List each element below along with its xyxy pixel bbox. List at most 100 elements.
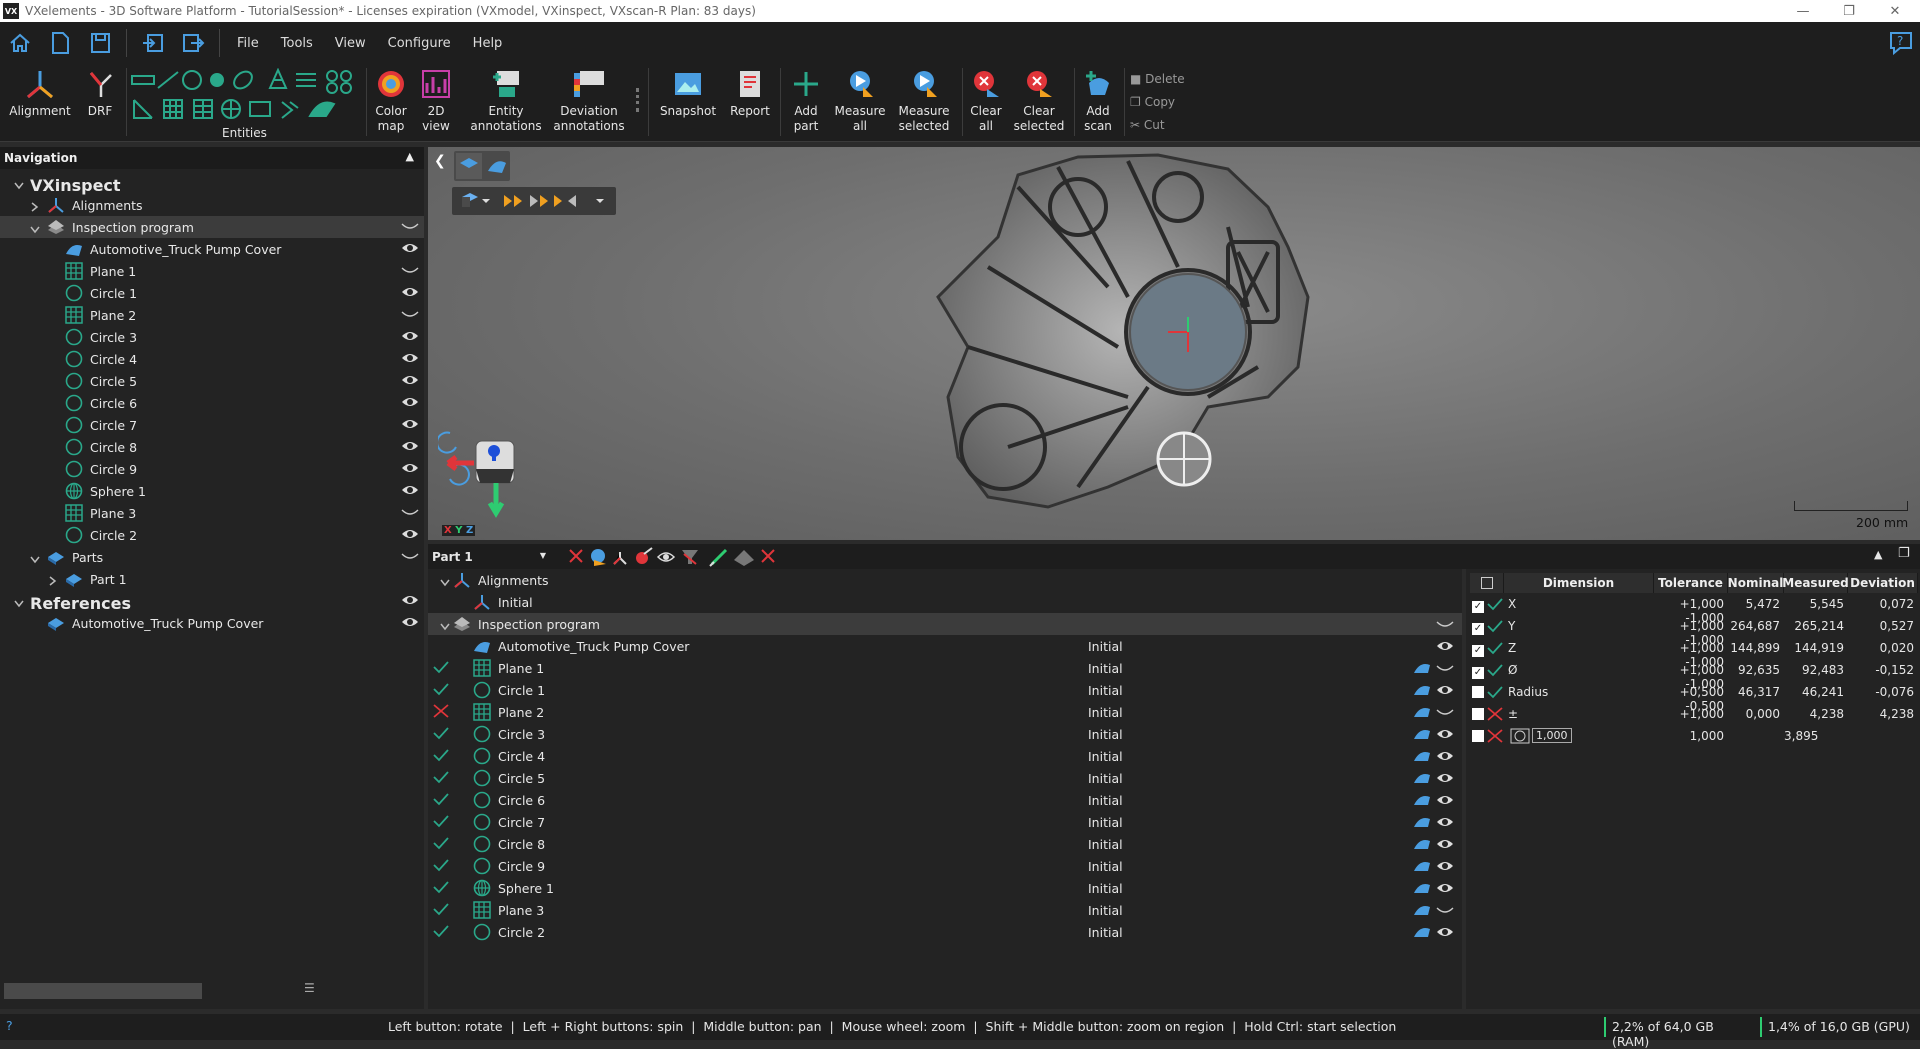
expand-arrow-icon[interactable] [30,552,40,567]
visibility-hidden-icon[interactable] [401,263,419,280]
row-checkbox[interactable] [1472,730,1484,745]
copy-button[interactable]: ❐ Copy [1130,91,1185,114]
entity-tools-icons[interactable] [130,67,360,124]
tree-item[interactable]: Circle 5 [0,370,424,392]
menu-configure[interactable]: Configure [377,36,462,51]
ribbon-grip[interactable] [636,88,640,112]
new-file-icon[interactable] [40,22,80,64]
menu-tools[interactable]: Tools [270,36,324,51]
visibility-eye-icon[interactable] [401,373,419,390]
dimension-row[interactable]: ± +1,000 0,000 4,238 4,238 [1466,703,1920,725]
collapse-icon[interactable]: ▲ [406,150,414,163]
select-all-checkbox[interactable] [1470,573,1504,593]
help-chat-icon[interactable]: ? [1888,30,1914,59]
visibility-eye-icon[interactable] [1436,793,1454,810]
visibility-eye-icon[interactable] [1436,683,1454,700]
shape-icon[interactable] [1412,925,1432,942]
inspection-row[interactable]: Circle 5 Initial [428,767,1462,789]
row-alignments[interactable]: Alignments [428,569,1462,591]
row-checkbox[interactable]: ✓ [1472,598,1484,613]
visibility-eye-icon[interactable] [401,285,419,302]
tree-parts[interactable]: Parts [0,546,424,568]
shape-icon[interactable] [1412,705,1432,722]
tree-item[interactable]: Circle 2 [0,524,424,546]
row-checkbox[interactable]: ✓ [1472,642,1484,657]
inspection-row[interactable]: Circle 7 Initial [428,811,1462,833]
inspection-row[interactable]: Automotive_Truck Pump Cover Initial [428,635,1462,657]
visibility-eye-icon[interactable] [1436,859,1454,876]
inspection-row[interactable]: Plane 1 Initial [428,657,1462,679]
expand-arrow-icon[interactable] [14,178,24,193]
visibility-eye-icon[interactable] [401,351,419,368]
col-measured[interactable]: Measured [1782,573,1849,593]
restore-button[interactable]: ❐ [1826,0,1872,22]
part-selector[interactable]: Part 1 ▼ [430,546,550,567]
inspection-row[interactable]: Circle 9 Initial [428,855,1462,877]
visibility-eye-icon[interactable] [1436,639,1454,656]
dimension-row[interactable]: 1,000 1,000 3,895 [1466,725,1920,747]
entity-annotations-button[interactable]: Entity annotations [470,64,542,142]
visibility-hidden-icon[interactable] [401,219,419,236]
visibility-eye-icon[interactable] [1436,749,1454,766]
dimension-row[interactable]: Radius +0,500 -0,500 46,317 46,241 -0,07… [1466,681,1920,713]
panel-collapse-icon[interactable]: ❮ [434,153,446,169]
inspection-row[interactable]: Circle 8 Initial [428,833,1462,855]
col-tolerance[interactable]: Tolerance [1654,573,1728,593]
dimension-row[interactable]: ✓ Z +1,000 -1,000 144,899 144,919 0,020 [1466,637,1920,669]
menu-view[interactable]: View [324,36,377,51]
tree-alignments[interactable]: Alignments [0,194,424,216]
visibility-hidden-icon[interactable] [1436,705,1454,722]
tree-item[interactable]: Sphere 1 [0,480,424,502]
expand-arrow-icon[interactable] [30,200,40,215]
expand-arrow-icon[interactable] [14,596,24,611]
inspection-row[interactable]: Circle 3 Initial [428,723,1462,745]
col-nominal[interactable]: Nominal [1728,573,1784,593]
2d-view-button[interactable]: 2D view [416,64,456,142]
shape-icon[interactable] [1412,771,1432,788]
visibility-eye-icon[interactable] [401,241,419,258]
tree-reference-item[interactable]: Automotive_Truck Pump Cover [0,612,424,634]
part-3d-render[interactable] [928,147,1368,537]
collapse-up-icon[interactable]: ▲ [1874,548,1882,561]
cut-button[interactable]: ✂ Cut [1130,114,1185,137]
home-icon[interactable] [0,22,40,64]
visibility-eye-icon[interactable] [401,593,419,610]
report-button[interactable]: Report [726,64,774,142]
shape-icon[interactable] [1412,661,1432,678]
visibility-eye-icon[interactable] [401,461,419,478]
row-checkbox[interactable] [1472,686,1484,701]
row-initial[interactable]: Initial [428,591,1462,613]
tree-item[interactable]: Circle 4 [0,348,424,370]
tree-item[interactable]: Circle 7 [0,414,424,436]
dimension-row[interactable]: ✓ Ø +1,000 -1,000 92,635 92,483 -0,152 [1466,659,1920,691]
inspection-row[interactable]: Circle 6 Initial [428,789,1462,811]
col-dimension[interactable]: Dimension [1504,573,1654,593]
tree-inspection-program[interactable]: Inspection program [0,216,424,238]
help-icon[interactable]: ? [6,1018,13,1033]
shape-icon[interactable] [1412,727,1432,744]
list-view-icon[interactable]: ☰ [304,981,315,995]
menu-file[interactable]: File [226,36,270,51]
visibility-eye-icon[interactable] [1436,815,1454,832]
inspection-row[interactable]: Plane 2 Initial [428,701,1462,723]
3d-viewport[interactable]: ❮ X Y Z 200 mm [428,147,1920,540]
save-icon[interactable] [80,22,120,64]
shape-icon[interactable] [1412,793,1432,810]
tree-item[interactable]: Automotive_Truck Pump Cover [0,238,424,260]
visibility-eye-icon[interactable] [401,615,419,632]
tree-item[interactable]: Circle 8 [0,436,424,458]
float-window-icon[interactable]: ❐ [1898,546,1910,561]
dimension-row[interactable]: ✓ X +1,000 -1,000 5,472 5,545 0,072 [1466,593,1920,625]
tree-item[interactable]: Circle 6 [0,392,424,414]
close-button[interactable]: ✕ [1872,0,1918,22]
tree-item[interactable]: Circle 9 [0,458,424,480]
alignment-button[interactable]: Alignment [8,64,72,142]
tree-part-1[interactable]: Part 1 [0,568,424,590]
drf-button[interactable]: DRF [80,64,120,142]
shape-icon[interactable] [1412,881,1432,898]
inspection-row[interactable]: Circle 1 Initial [428,679,1462,701]
export-icon[interactable] [173,22,213,64]
row-checkbox[interactable]: ✓ [1472,664,1484,679]
visibility-eye-icon[interactable] [401,527,419,544]
visibility-eye-icon[interactable] [401,439,419,456]
